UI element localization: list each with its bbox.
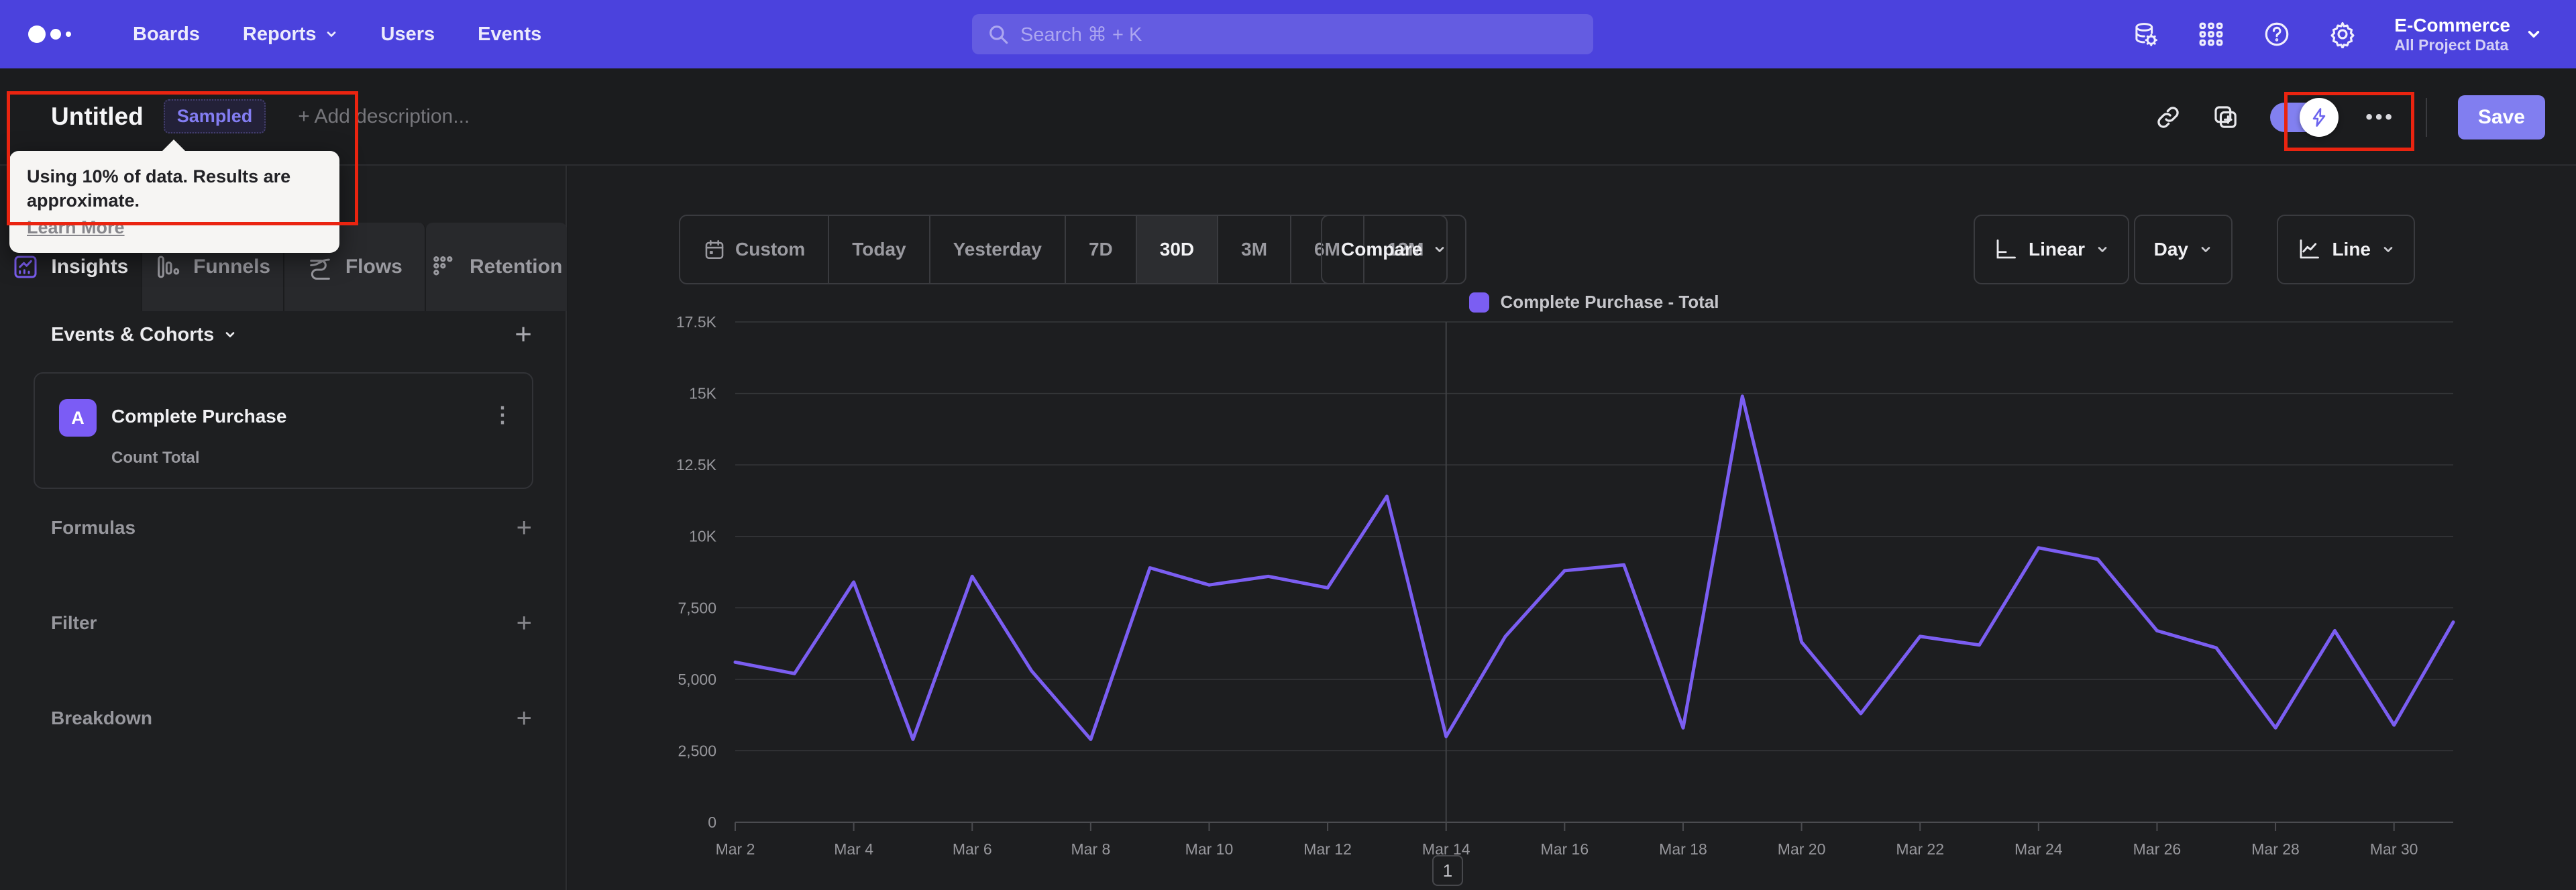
pagination-page-1[interactable]: 1	[1432, 855, 1463, 886]
tooltip-arrow	[161, 140, 186, 152]
svg-text:17.5K: 17.5K	[676, 313, 717, 331]
app-root: Boards Reports Users Events Search ⌘ + K	[0, 0, 2576, 890]
sidebar-section-formulas: Formulas +	[0, 514, 567, 541]
events-cohorts-header[interactable]: Events & Cohorts	[51, 324, 237, 346]
nav-item-events[interactable]: Events	[478, 23, 541, 46]
flows-icon	[307, 254, 333, 280]
tooltip-text: Using 10% of data. Results are approxima…	[27, 166, 291, 211]
search-icon	[989, 25, 1008, 44]
svg-text:Mar 22: Mar 22	[1896, 840, 1944, 858]
report-title-bar: Untitled Sampled + Add description... ••…	[0, 68, 2576, 166]
section-label: Formulas	[51, 517, 136, 538]
add-breakdown-button[interactable]: +	[517, 705, 532, 732]
nav-item-boards[interactable]: Boards	[133, 23, 200, 46]
svg-text:Mar 24: Mar 24	[2015, 840, 2063, 858]
add-formulas-button[interactable]: +	[517, 514, 532, 541]
sampling-toggle[interactable]	[2270, 97, 2339, 137]
project-switcher[interactable]: E-Commerce All Project Data	[2394, 14, 2542, 55]
insights-icon	[12, 254, 39, 280]
add-event-button[interactable]: +	[515, 320, 532, 349]
svg-text:Mar 16: Mar 16	[1541, 840, 1589, 858]
event-options-kebab-icon[interactable]: ⋮	[492, 402, 513, 427]
nav-item-reports[interactable]: Reports	[243, 23, 338, 46]
share-link-icon[interactable]	[2155, 104, 2182, 131]
more-menu-button[interactable]: •••	[2365, 106, 2395, 129]
query-builder-sidebar: Insights Funnels Flows Retention Events & C…	[0, 166, 567, 890]
svg-text:Mar 12: Mar 12	[1303, 840, 1352, 858]
event-card[interactable]: A Complete Purchase ⋮ Count Total	[34, 372, 533, 489]
help-icon[interactable]	[2263, 20, 2291, 48]
top-nav: Boards Reports Users Events Search ⌘ + K	[0, 0, 2576, 68]
events-cohorts-label: Events & Cohorts	[51, 323, 215, 345]
event-name: Complete Purchase	[111, 406, 287, 427]
svg-text:Mar 10: Mar 10	[1185, 840, 1234, 858]
tab-label: Funnels	[193, 256, 271, 278]
svg-text:0: 0	[708, 814, 716, 831]
sidebar-section-breakdown: Breakdown +	[0, 705, 567, 732]
add-description-field[interactable]: + Add description...	[298, 105, 470, 128]
svg-text:5,000: 5,000	[678, 671, 716, 688]
search-input[interactable]: Search ⌘ + K	[972, 14, 1593, 54]
chart-panel: Custom Today Yesterday 7D 30D 3M 6M 12M Compare…	[568, 166, 2576, 890]
mixpanel-logo-icon[interactable]	[28, 25, 71, 43]
search-placeholder: Search ⌘ + K	[1020, 23, 1142, 46]
svg-text:Mar 30: Mar 30	[2370, 840, 2418, 858]
svg-text:Mar 28: Mar 28	[2251, 840, 2300, 858]
tab-retention[interactable]: Retention	[426, 223, 567, 311]
sampled-badge[interactable]: Sampled	[163, 99, 266, 133]
svg-text:Mar 4: Mar 4	[834, 840, 873, 858]
nav-item-label: Events	[478, 23, 542, 45]
svg-text:Mar 8: Mar 8	[1071, 840, 1110, 858]
svg-text:2,500: 2,500	[678, 742, 716, 759]
tab-label: Flows	[345, 256, 402, 278]
section-label: Filter	[51, 612, 97, 633]
svg-text:Mar 6: Mar 6	[953, 840, 992, 858]
svg-text:7,500: 7,500	[678, 599, 716, 616]
sidebar-section-filter: Filter +	[0, 610, 567, 636]
project-scope: All Project Data	[2394, 36, 2509, 54]
learn-more-link[interactable]: Learn More	[27, 217, 125, 238]
toolbar-divider	[2425, 97, 2427, 137]
nav-item-label: Users	[380, 23, 435, 45]
svg-text:Mar 26: Mar 26	[2133, 840, 2182, 858]
chevron-down-icon	[225, 332, 235, 337]
tab-label: Retention	[469, 256, 563, 278]
svg-text:Mar 18: Mar 18	[1659, 840, 1707, 858]
nav-item-label: Boards	[133, 23, 200, 45]
save-button[interactable]: Save	[2457, 95, 2545, 140]
apps-grid-icon[interactable]	[2197, 20, 2225, 48]
report-title[interactable]: Untitled	[51, 103, 144, 131]
nav-menu: Boards Reports Users Events	[133, 23, 541, 46]
event-metric[interactable]: Count Total	[111, 449, 200, 467]
project-name: E-Commerce	[2394, 14, 2510, 36]
retention-icon	[431, 254, 458, 280]
section-label: Breakdown	[51, 708, 152, 728]
svg-text:Mar 20: Mar 20	[1778, 840, 1826, 858]
sampling-tooltip: Using 10% of data. Results are approxima…	[9, 140, 339, 253]
chevron-down-icon	[2528, 31, 2540, 38]
svg-text:12.5K: 12.5K	[676, 456, 717, 474]
funnels-icon	[154, 254, 181, 280]
lightning-bolt-icon	[2313, 107, 2326, 127]
nav-item-users[interactable]: Users	[381, 23, 435, 46]
line-chart[interactable]: 0 2,500 5,000 7,500 10K 12.5K 15K 17.5K Mar 2 Mar…	[568, 166, 2576, 890]
settings-gear-icon[interactable]	[2328, 20, 2357, 48]
duplicate-icon[interactable]	[2212, 104, 2239, 131]
event-series-badge: A	[59, 399, 97, 437]
svg-text:Mar 2: Mar 2	[716, 840, 755, 858]
tab-label: Insights	[51, 256, 129, 278]
svg-text:10K: 10K	[689, 528, 717, 545]
add-filter-button[interactable]: +	[517, 610, 532, 636]
data-management-icon[interactable]	[2131, 20, 2159, 48]
svg-text:15K: 15K	[689, 385, 717, 402]
chevron-down-icon	[327, 32, 335, 37]
nav-item-label: Reports	[242, 23, 317, 45]
